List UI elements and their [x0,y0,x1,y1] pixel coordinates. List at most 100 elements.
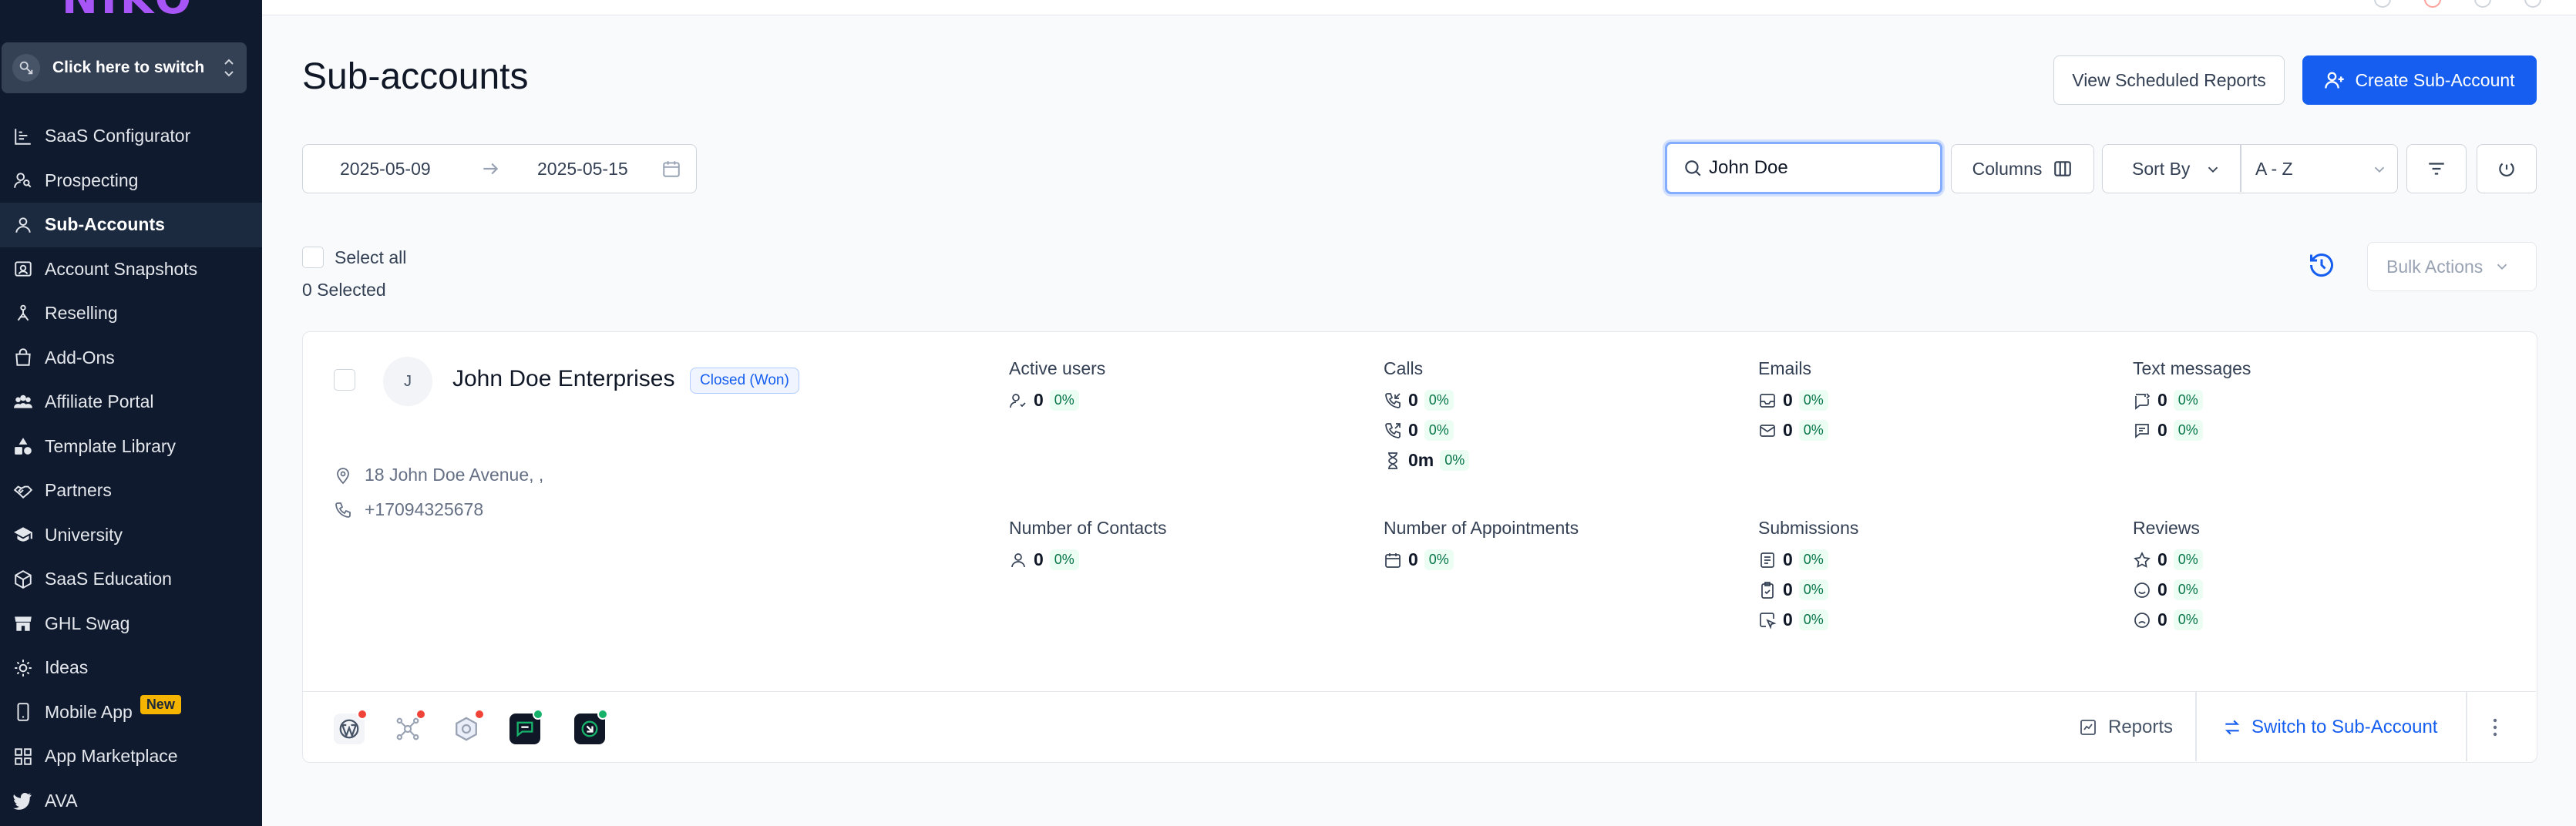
metric-row: 0 0% [2133,411,2251,450]
metric-appointments: Number of Appointments 0 0% [1384,518,1579,579]
sidebar-item-template-library[interactable]: Template Library [0,425,262,469]
hexagon-integration-icon[interactable] [451,709,485,744]
sidebar-item-sub-accounts[interactable]: Sub-Accounts [0,203,262,247]
search-input[interactable] [1709,157,1932,179]
select-all[interactable]: Select all [302,247,406,268]
view-scheduled-reports-button[interactable]: View Scheduled Reports [2053,55,2285,105]
sidebar-item-label: GHL Swag [45,613,130,633]
sort-by-label[interactable]: Sort By [2132,159,2190,180]
brand-logo: NIKO [62,0,194,24]
handshake-icon [12,480,34,502]
workflow-integration-icon[interactable] [392,709,426,744]
metric-value: 0m [1408,450,1434,470]
metric-text-messages: Text messages 0 0% 0 0% [2133,358,2251,450]
sidebar-item-reselling[interactable]: Reselling [0,291,262,336]
metric-percent: 0% [2173,549,2203,570]
sidebar-item-label: Account Snapshots [45,258,198,279]
smile-icon [2133,581,2151,599]
account-checkbox[interactable] [334,369,355,391]
profile-avatar[interactable] [2524,0,2541,8]
metric-row: 0 0% [2133,600,2203,640]
metric-percent: 0% [1798,549,1828,570]
bird-icon [12,790,34,811]
create-sub-account-label: Create Sub-Account [2355,69,2515,90]
view-scheduled-reports-label: View Scheduled Reports [2072,69,2266,90]
alert-icon[interactable] [2424,0,2441,8]
metric-contacts: Number of Contacts 0 0% [1009,518,1167,579]
metric-percent: 0% [2173,390,2203,411]
notification-icon[interactable] [2374,0,2391,8]
sidebar-item-label: AVA [45,790,78,811]
selected-count: 0 Selected [302,280,386,300]
metric-percent: 0% [1424,549,1454,570]
sidebar-item-add-ons[interactable]: Add-Ons [0,336,262,381]
filter-button[interactable] [2406,144,2467,193]
account-name[interactable]: John Doe Enterprises [452,366,675,392]
sidebar-item-app-marketplace[interactable]: App Marketplace [0,734,262,779]
sidebar-item-label: Reselling [45,303,118,324]
metric-percent: 0% [1440,450,1470,471]
cursor-click-icon [1758,611,1777,630]
switch-to-sub-account-link[interactable]: Switch to Sub-Account [2222,714,2437,741]
sidebar-item-partners[interactable]: Partners [0,468,262,513]
divider [2195,692,2197,761]
columns-button[interactable]: Columns [1951,144,2094,193]
chevron-down-icon[interactable] [2204,161,2221,183]
star-icon [2133,551,2151,569]
search-box[interactable] [1665,142,1942,194]
account-switcher[interactable]: Click here to switch [2,42,247,93]
date-range-picker[interactable]: 2025-05-09 2025-05-15 [302,144,697,193]
refresh-button[interactable] [2477,144,2537,193]
arrow-right-icon [480,159,500,183]
metric-submissions: Submissions 0 0% 0 0% 0 0% [1758,518,1858,640]
phone-integration-icon[interactable] [574,709,608,744]
map-pin-icon [337,467,349,484]
user-search-icon [12,170,34,191]
select-all-label: Select all [335,247,407,267]
sidebar-item-ideas[interactable]: Ideas [0,646,262,690]
select-all-checkbox[interactable] [302,247,324,268]
sidebar-item-ava[interactable]: AVA [0,779,262,824]
sidebar-item-saas-education[interactable]: SaaS Education [0,557,262,602]
metric-percent: 0% [2173,579,2203,600]
sidebar-item-account-snapshots[interactable]: Account Snapshots [0,247,262,292]
reports-link[interactable]: Reports [2079,714,2173,741]
metric-percent: 0% [1049,549,1079,570]
mobile-icon [12,701,34,723]
chevron-up-down-icon [222,55,236,81]
date-from[interactable]: 2025-05-09 [340,159,431,180]
sort-order-select[interactable]: A - Z [2255,159,2293,180]
chevron-down-icon[interactable] [2371,161,2388,183]
sidebar-item-label: SaaS Education [45,569,172,589]
bulk-actions-dropdown[interactable]: Bulk Actions [2367,242,2537,291]
sidebar-item-mobile-app[interactable]: Mobile App New [0,690,262,735]
sidebar-item-prospecting[interactable]: Prospecting [0,159,262,203]
wordpress-integration-icon[interactable] [334,709,368,744]
metric-row: 0 0% [1009,381,1105,420]
help-icon[interactable] [2474,0,2491,8]
metric-percent: 0% [1798,579,1828,600]
date-to[interactable]: 2025-05-15 [537,159,628,180]
create-sub-account-button[interactable]: Create Sub-Account [2302,55,2537,105]
sidebar-item-university[interactable]: University [0,513,262,558]
sidebar-item-affiliate-portal[interactable]: Affiliate Portal [0,380,262,425]
sidebar-item-saas-configurator[interactable]: SaaS Configurator [0,114,262,159]
metric-title: Number of Appointments [1384,518,1579,538]
metric-row: 0 0% [1758,600,1858,640]
metric-percent: 0% [1424,420,1454,441]
metric-percent: 0% [2173,609,2203,630]
metric-percent: 0% [1424,390,1454,411]
sidebar-item-label: Ideas [45,657,89,678]
account-address: 18 John Doe Avenue, , [334,465,543,485]
metric-percent: 0% [2173,420,2203,441]
columns-icon [2054,161,2072,176]
lightbulb-icon [12,657,34,679]
chat-widget-integration-icon[interactable] [509,709,543,744]
more-options-icon[interactable] [2492,714,2498,741]
sidebar-item-ghl-swag[interactable]: GHL Swag [0,602,262,646]
metric-percent: 0% [1798,609,1828,630]
history-icon[interactable] [2308,251,2336,283]
shapes-icon [12,435,34,457]
power-refresh-icon [2499,163,2514,177]
users-icon [12,391,34,413]
